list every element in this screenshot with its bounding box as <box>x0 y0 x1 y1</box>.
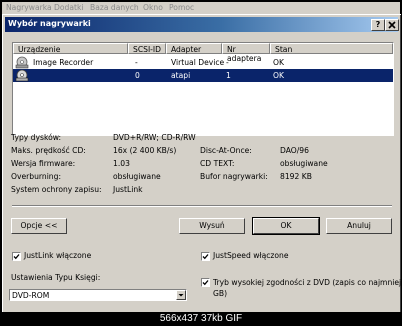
device-scsi-id: - <box>135 58 138 67</box>
cd-drive-icon <box>15 69 29 82</box>
ok-button[interactable]: OK <box>252 217 320 235</box>
overburning-value: obsługiwane <box>113 172 161 181</box>
column-header-adapter[interactable]: Adapter <box>166 43 222 54</box>
dialog-titlebar[interactable]: Wybór nagrywarki ? <box>5 17 399 32</box>
device-adapter-no: 1 <box>226 71 231 80</box>
device-row-image-recorder[interactable]: Image Recorder - Virtual Device - OK <box>13 56 393 69</box>
image-recorder-icon <box>15 56 29 69</box>
device-adapter: Virtual Device <box>171 58 225 67</box>
disc-types-label: Typy dysków: <box>11 133 62 142</box>
device-status: OK <box>273 58 284 67</box>
justlink-label: JustLink włączone <box>24 251 92 260</box>
menu-pomoc[interactable]: Pomoc <box>169 3 194 12</box>
device-row-atapi[interactable]: 0 atapi 1 OK <box>13 69 393 82</box>
cancel-button[interactable]: Anuluj <box>326 218 392 234</box>
divider <box>12 205 392 207</box>
book-type-select[interactable]: DVD-ROM <box>9 289 187 301</box>
app-menubar: Nagrywarka Dodatki Baza danych Okno Pomo… <box>2 2 400 14</box>
image-info-footer: 566x437 37kb GIF <box>0 312 402 326</box>
overburning-label: Overburning: <box>11 172 62 181</box>
device-name: Image Recorder <box>33 58 94 67</box>
eject-button[interactable]: Wysuń <box>179 218 245 234</box>
max-speed-value: 16x (2 400 KB/s) <box>113 146 177 155</box>
menu-dodatki[interactable]: Dodatki <box>54 3 83 12</box>
dao-value: DAO/96 <box>280 146 309 155</box>
dropdown-arrow-button[interactable] <box>176 290 186 300</box>
dvd-compat-label-cont: GB) <box>213 289 228 298</box>
help-button[interactable]: ? <box>371 19 385 31</box>
firmware-label: Wersja firmware: <box>11 159 76 168</box>
options-button[interactable]: Opcje << <box>11 218 67 234</box>
dvd-compat-label: Tryb wysokiej zgodności z DVD (zapis co … <box>213 278 402 287</box>
cd-text-label: CD TEXT: <box>200 159 235 168</box>
column-header-device[interactable]: Urządzenie <box>13 43 128 54</box>
buffer-value: 8192 KB <box>280 172 312 181</box>
firmware-value: 1.03 <box>113 159 130 168</box>
justspeed-checkbox[interactable] <box>201 252 210 261</box>
menu-baza-danych[interactable]: Baza danych <box>90 3 139 12</box>
protection-label: System ochrony zapisu: <box>11 185 102 194</box>
dao-label: Disc-At-Once: <box>200 146 252 155</box>
buffer-label: Bufor nagrywarki: <box>200 172 268 181</box>
column-header-status[interactable]: Stan <box>270 43 393 54</box>
close-icon <box>388 21 396 29</box>
dialog-title: Wybór nagrywarki <box>8 19 91 28</box>
device-status: OK <box>273 71 284 80</box>
protection-value: JustLink <box>113 185 143 194</box>
menu-nagrywarka[interactable]: Nagrywarka <box>6 3 52 12</box>
menu-okno[interactable]: Okno <box>143 3 163 12</box>
book-type-label: Ustawienia Typu Księgi: <box>11 273 101 282</box>
max-speed-label: Maks. prędkość CD: <box>11 146 86 155</box>
column-header-adapter-no[interactable]: Nr adaptera <box>222 43 270 63</box>
dvd-compat-checkbox[interactable] <box>201 278 210 287</box>
checkmark-icon <box>202 254 209 260</box>
cd-text-value: obsługiwane <box>280 159 328 168</box>
device-select-dialog: Wybór nagrywarki ? Urządzenie SCSI-ID Ad… <box>2 14 402 313</box>
book-type-value: DVD-ROM <box>12 291 50 300</box>
close-button[interactable] <box>385 19 399 31</box>
device-scsi-id: 0 <box>135 71 140 80</box>
list-header: Urządzenie SCSI-ID Adapter Nr adaptera S… <box>13 43 393 63</box>
device-adapter: atapi <box>171 71 191 80</box>
disc-types-value: DVD+R/RW; CD-R/RW <box>113 133 196 142</box>
justlink-checkbox[interactable] <box>12 252 21 261</box>
screenshot-frame: Nagrywarka Dodatki Baza danych Okno Pomo… <box>0 0 402 326</box>
checkmark-icon <box>13 254 20 260</box>
chevron-down-icon <box>178 294 184 297</box>
checkmark-icon <box>202 280 209 286</box>
device-adapter-no: - <box>226 58 229 67</box>
column-header-scsi-id[interactable]: SCSI-ID <box>128 43 166 54</box>
device-listview[interactable]: Urządzenie SCSI-ID Adapter Nr adaptera S… <box>12 42 394 136</box>
justspeed-label: JustSpeed włączone <box>213 251 289 260</box>
image-info-text: 566x437 37kb GIF <box>159 313 243 324</box>
